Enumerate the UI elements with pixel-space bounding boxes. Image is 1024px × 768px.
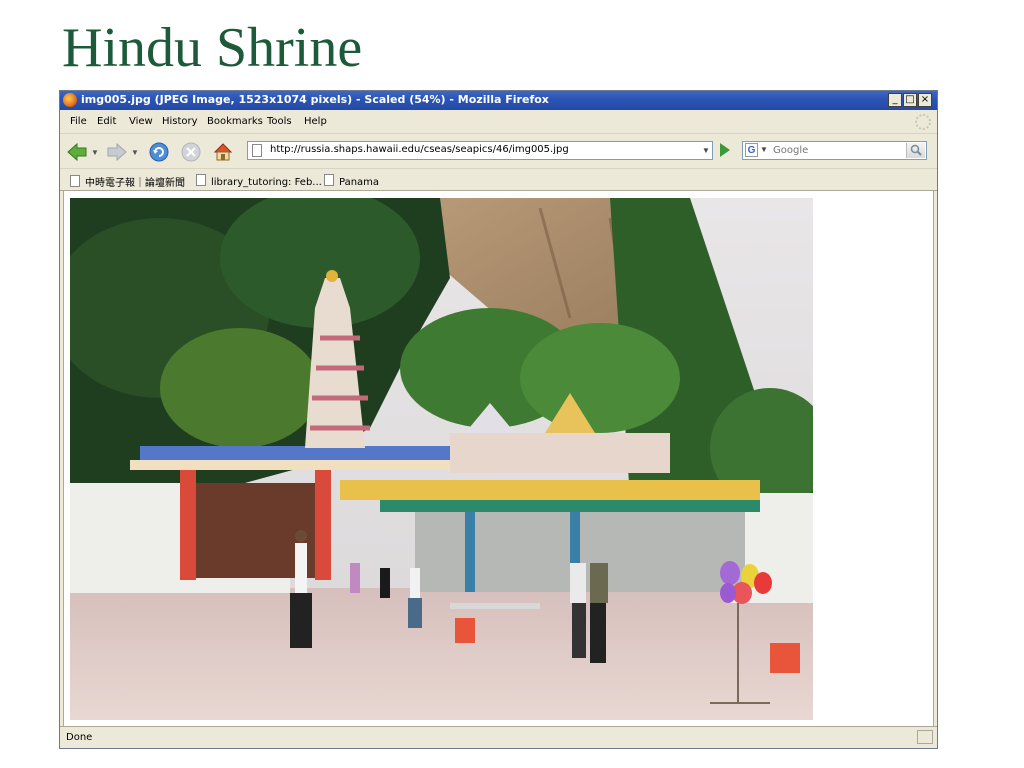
magnifier-icon <box>910 144 922 156</box>
url-bar[interactable]: http://russia.shaps.hawaii.edu/cseas/sea… <box>247 141 713 160</box>
page-icon <box>324 174 334 186</box>
search-input[interactable] <box>773 143 891 158</box>
url-text: http://russia.shaps.hawaii.edu/cseas/sea… <box>270 144 569 155</box>
page-icon <box>196 174 206 186</box>
bookmark-item[interactable]: library_tutoring: Feb... <box>196 174 322 188</box>
menu-view[interactable]: View <box>129 116 153 127</box>
minimize-button[interactable]: _ <box>888 93 902 107</box>
bookmarks-toolbar: 中時電子報｜論壇新聞 library_tutoring: Feb... Pana… <box>60 168 937 191</box>
resize-grip-icon[interactable] <box>917 730 933 744</box>
temple-photo <box>70 198 813 720</box>
menu-edit[interactable]: Edit <box>97 116 116 127</box>
back-history-dropdown-icon[interactable]: ▼ <box>91 148 99 157</box>
search-button[interactable] <box>906 143 925 158</box>
reload-icon[interactable] <box>148 141 170 163</box>
bookmark-label: 中時電子報｜論壇新聞 <box>85 178 185 189</box>
google-engine-icon[interactable]: G <box>745 143 758 157</box>
temple-photo-graphic <box>70 198 813 720</box>
firefox-icon <box>63 93 77 107</box>
bookmark-label: library_tutoring: Feb... <box>211 177 322 188</box>
go-arrow-icon[interactable] <box>720 143 730 157</box>
menu-bar: File Edit View History Bookmarks Tools H… <box>60 111 937 133</box>
page-icon <box>252 144 262 157</box>
status-text: Done <box>66 732 93 743</box>
url-history-dropdown-icon[interactable]: ▼ <box>700 142 712 159</box>
forward-history-dropdown-icon[interactable]: ▼ <box>131 148 139 157</box>
bookmark-item[interactable]: 中時電子報｜論壇新聞 <box>70 174 185 189</box>
maximize-button[interactable]: □ <box>903 93 917 107</box>
stop-icon[interactable] <box>180 141 202 163</box>
status-bar: Done <box>60 726 937 748</box>
page-icon <box>70 175 80 187</box>
throbber-icon <box>915 114 931 130</box>
navigation-toolbar: ▼ ▼ http://russia.shaps.hawaii.edu/cseas… <box>60 133 937 168</box>
menu-file[interactable]: File <box>70 116 87 127</box>
search-engine-dropdown-icon[interactable]: ▼ <box>760 145 768 154</box>
bookmark-item[interactable]: Panama <box>324 174 379 188</box>
window-title: img005.jpg (JPEG Image, 1523x1074 pixels… <box>81 93 549 106</box>
home-icon[interactable] <box>212 141 234 163</box>
page-content[interactable] <box>63 190 934 727</box>
bookmark-label: Panama <box>339 177 380 188</box>
slide-title: Hindu Shrine <box>62 17 363 79</box>
forward-arrow-icon[interactable] <box>106 141 128 163</box>
back-arrow-icon[interactable] <box>66 141 88 163</box>
close-button[interactable]: × <box>918 93 932 107</box>
window-titlebar[interactable]: img005.jpg (JPEG Image, 1523x1074 pixels… <box>60 91 937 110</box>
menu-help[interactable]: Help <box>304 116 327 127</box>
menu-tools[interactable]: Tools <box>267 116 292 127</box>
menu-bookmarks[interactable]: Bookmarks <box>207 116 263 127</box>
search-bar: G ▼ <box>742 141 927 160</box>
firefox-window: img005.jpg (JPEG Image, 1523x1074 pixels… <box>59 90 938 749</box>
menu-history[interactable]: History <box>162 116 198 127</box>
